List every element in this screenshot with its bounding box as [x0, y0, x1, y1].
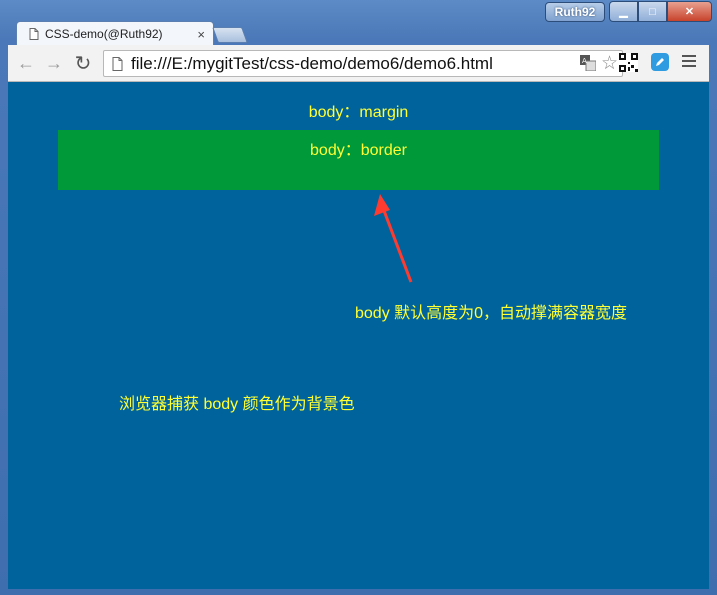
page-icon: [29, 28, 39, 40]
reload-button[interactable]: ↻: [71, 51, 95, 75]
page-viewport: body：margin body：border body 默认高度为0，自动撑满…: [8, 82, 709, 589]
height-note: body 默认高度为0，自动撑满容器宽度: [355, 305, 628, 322]
browser-window: Ruth92 ▁ □ ✕ CSS-demo(@Ruth92) × ← → ↻ f…: [0, 0, 717, 595]
window-controls: ▁ □ ✕: [609, 1, 712, 22]
maximize-button[interactable]: □: [638, 1, 667, 22]
bookmark-star-icon[interactable]: ☆: [601, 52, 618, 75]
svg-text:A: A: [582, 57, 587, 65]
minimize-button[interactable]: ▁: [609, 1, 638, 22]
background-note: 浏览器捕获 body 颜色作为背景色: [119, 396, 355, 413]
close-window-button[interactable]: ✕: [667, 1, 712, 22]
translate-icon[interactable]: A: [580, 55, 596, 71]
file-icon: [112, 56, 123, 71]
border-label: body：border: [310, 142, 407, 159]
tab-title: CSS-demo(@Ruth92): [45, 27, 163, 41]
back-button[interactable]: ←: [14, 51, 38, 75]
margin-label: body：margin: [308, 104, 409, 121]
tab-close-icon[interactable]: ×: [197, 27, 205, 42]
profile-badge[interactable]: Ruth92: [545, 2, 605, 22]
qr-code-icon[interactable]: [619, 53, 638, 72]
url-text: file:///E:/mygitTest/css-demo/demo6/demo…: [131, 53, 493, 73]
address-bar[interactable]: file:///E:/mygitTest/css-demo/demo6/demo…: [103, 50, 623, 77]
tab-css-demo[interactable]: CSS-demo(@Ruth92) ×: [16, 21, 214, 46]
red-arrow-icon: [374, 194, 413, 283]
body-border-box: body：border: [58, 130, 659, 190]
menu-icon[interactable]: [682, 55, 696, 70]
new-tab-button[interactable]: [212, 27, 248, 43]
forward-button[interactable]: →: [42, 51, 66, 75]
browser-toolbar: ← → ↻ file:///E:/mygitTest/css-demo/demo…: [8, 45, 709, 82]
extension-pencil-icon[interactable]: [651, 53, 669, 71]
